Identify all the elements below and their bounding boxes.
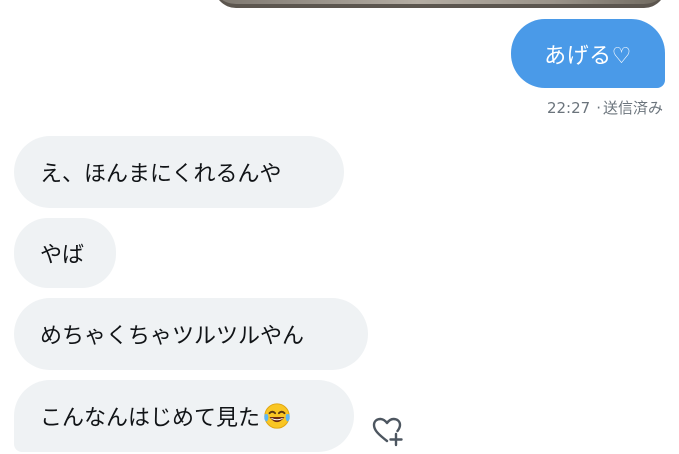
heart-plus-icon[interactable] [371, 414, 405, 448]
message-meta: 22:27 · 送信済み [547, 97, 663, 118]
face-with-tears-of-joy-icon [264, 403, 290, 429]
sent-message-text: あげる♡ [544, 43, 632, 69]
received-message-text: めちゃくちゃツルツルやん [40, 324, 305, 349]
meta-separator: · [596, 99, 601, 117]
received-message-text: やば [40, 243, 85, 268]
shared-image-bottom-edge[interactable] [214, 0, 666, 8]
received-message-text: こんなんはじめて見た [40, 406, 261, 431]
received-message-bubble[interactable]: めちゃくちゃツルツルやん [14, 298, 368, 370]
received-message-bubble[interactable]: え、ほんまにくれるんや [14, 136, 344, 208]
received-message-text: え、ほんまにくれるんや [40, 162, 282, 187]
received-message-bubble[interactable]: やば [14, 218, 116, 288]
message-time: 22:27 [546, 99, 591, 117]
received-message-bubble[interactable]: こんなんはじめて見た [14, 380, 354, 452]
message-status: 送信済み [602, 99, 663, 117]
sent-message-bubble[interactable]: あげる♡ [511, 19, 665, 88]
